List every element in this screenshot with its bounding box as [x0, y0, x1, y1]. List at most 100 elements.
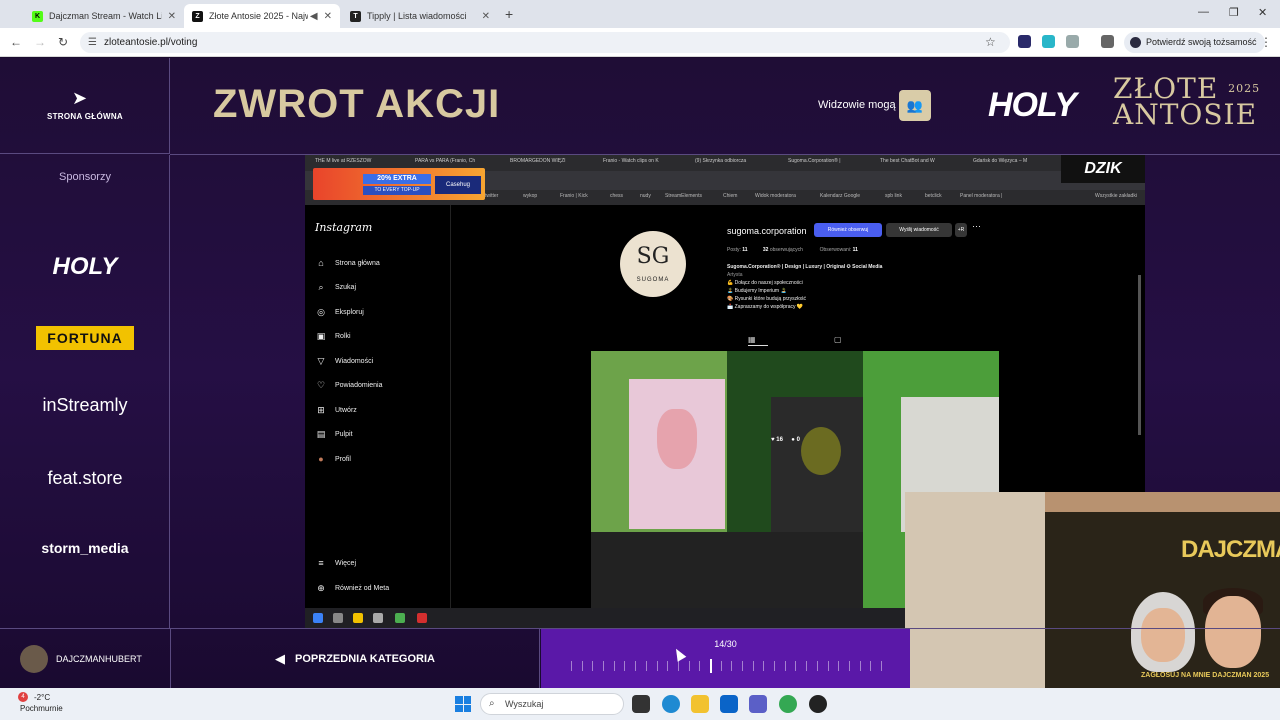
browser-menu-icon[interactable]: ⋮: [1260, 35, 1272, 49]
progress-tick[interactable]: [571, 661, 572, 671]
sponsor-instreamly[interactable]: inStreamly: [0, 395, 170, 416]
verify-identity-button[interactable]: Potwierdź swoją tożsamość: [1124, 32, 1265, 53]
extension-icon[interactable]: [1018, 35, 1031, 48]
bookmark: twitter: [485, 193, 499, 199]
progress-tick[interactable]: [592, 661, 594, 671]
progress-tick[interactable]: [784, 661, 786, 671]
progress-tick[interactable]: [581, 661, 583, 671]
extensions-puzzle-icon[interactable]: [1066, 35, 1079, 48]
close-tab-icon[interactable]: ✕: [168, 11, 176, 22]
site-info-icon[interactable]: ☰: [88, 32, 97, 53]
user-profile[interactable]: DAJCZMANHUBERT: [20, 645, 142, 673]
sponsor-feat-store[interactable]: feat.store: [0, 468, 170, 489]
progress-tick[interactable]: [635, 661, 637, 671]
progress-tick[interactable]: [816, 661, 818, 671]
profile-stats: Posty: 11 32 obserwujących Obserwowani: …: [727, 247, 858, 253]
progress-tick[interactable]: [656, 661, 658, 671]
folder-icon: [353, 613, 363, 623]
progress-tick[interactable]: [838, 661, 840, 671]
grid-tab-underline: [748, 345, 768, 346]
event-year: 2025: [1228, 82, 1261, 95]
category-progress: 14/30: [541, 629, 910, 689]
minimize-icon[interactable]: —: [1198, 6, 1209, 18]
previous-category-button[interactable]: ◀ POPRZEDNIA KATEGORIA: [170, 629, 540, 689]
progress-tick[interactable]: [806, 661, 808, 671]
bookmark: Chiem: [723, 193, 738, 199]
stream-tab: Gdańsk do Więzyca – M: [973, 158, 1028, 164]
bio-line: 🏝️ Budujemy Imperium 🏝️: [727, 288, 787, 294]
reload-icon[interactable]: ↻: [58, 35, 68, 49]
close-tab-icon[interactable]: ✕: [324, 11, 332, 22]
speaker-icon[interactable]: ◀: [310, 11, 318, 22]
task-view-icon[interactable]: [632, 695, 650, 713]
bookmark-star-icon[interactable]: ☆: [985, 35, 996, 49]
window-close-icon[interactable]: ✕: [1258, 6, 1267, 19]
bio-title: Sugoma.Corporation® | Design | Luxury | …: [727, 264, 883, 270]
browser-tab-tipply[interactable]: T Tipply | Lista wiadomości ✕: [342, 4, 498, 28]
close-tab-icon[interactable]: ✕: [482, 11, 490, 22]
address-bar[interactable]: ☰ zloteantosie.pl/voting: [80, 32, 1010, 53]
progress-tick[interactable]: [774, 661, 776, 671]
forward-icon[interactable]: →: [34, 35, 46, 49]
reading-list-icon[interactable]: [1101, 35, 1114, 48]
ig-nav-create: ⊞ Utwórz: [315, 405, 357, 416]
progress-tick[interactable]: [688, 661, 690, 671]
file-explorer-icon[interactable]: [691, 695, 709, 713]
progress-tick[interactable]: [624, 661, 626, 671]
chrome-icon[interactable]: [779, 695, 797, 713]
obs-icon[interactable]: [809, 695, 827, 713]
progress-tick[interactable]: [677, 661, 679, 671]
maximize-icon[interactable]: ❐: [1229, 6, 1239, 19]
progress-tick[interactable]: [827, 661, 829, 671]
progress-tick[interactable]: [731, 661, 733, 671]
progress-tick[interactable]: [752, 661, 754, 671]
poster-text: DAJCZMAN: [1181, 536, 1280, 563]
home-link[interactable]: ➤ STRONA GŁÓWNA: [0, 58, 170, 154]
progress-tick[interactable]: [603, 661, 605, 671]
viewers-button[interactable]: 👥: [899, 90, 931, 121]
profile-icon: ●: [318, 454, 324, 464]
ig-nav-label: Utwórz: [335, 407, 357, 414]
bookmark: Franio | Kick: [560, 193, 588, 199]
progress-tick[interactable]: [613, 661, 615, 671]
weather-condition: Pochmurnie: [20, 704, 63, 713]
plus-icon[interactable]: +: [505, 6, 513, 22]
outlook-icon[interactable]: [720, 695, 738, 713]
teams-icon[interactable]: [749, 695, 767, 713]
screen: K Dajczman Stream - Watch Live ✕ Z Złote…: [0, 0, 1280, 720]
progress-tick[interactable]: [859, 661, 861, 671]
progress-tick[interactable]: [645, 661, 647, 671]
sponsor-fortuna[interactable]: FORTUNA: [36, 326, 134, 350]
edge-icon[interactable]: [662, 695, 680, 713]
sponsor-holy[interactable]: HOLY: [0, 253, 170, 281]
ig-nav-profile: ● Profil: [315, 454, 351, 464]
progress-tick[interactable]: [742, 661, 744, 671]
sponsors-sidebar: Sponsorzy HOLY FORTUNA inStreamly feat.s…: [0, 155, 170, 628]
weather-widget[interactable]: 4 -2°C Pochmurnie: [18, 692, 63, 714]
progress-tick[interactable]: [699, 661, 701, 671]
holy-logo: HOLY: [988, 86, 1077, 124]
progress-tick[interactable]: [848, 661, 850, 671]
back-icon[interactable]: ←: [10, 35, 22, 49]
sponsor-storm-media[interactable]: storm_media: [0, 540, 170, 556]
windows-start-icon[interactable]: [455, 696, 471, 712]
send-icon: ▽: [317, 356, 325, 366]
ig-nav-label: Powiadomienia: [335, 382, 383, 389]
progress-tick[interactable]: [667, 661, 669, 671]
progress-tick[interactable]: [763, 661, 765, 671]
instagram-logo: Instagram: [315, 221, 373, 234]
progress-ticks[interactable]: [571, 659, 882, 673]
progress-tick[interactable]: [795, 661, 797, 671]
progress-tick[interactable]: [881, 661, 882, 671]
progress-tick[interactable]: [870, 661, 872, 671]
search-placeholder: Wyszukaj: [505, 699, 544, 709]
browser-tab-kick[interactable]: K Dajczman Stream - Watch Live ✕: [24, 4, 184, 28]
bookmark: wykop: [523, 193, 538, 199]
browser-tab-zlote-antosie[interactable]: Z Złote Antosie 2025 - Najwię ◀ ✕: [184, 4, 340, 28]
follow-button: Również obserwuj: [814, 223, 882, 237]
progress-tick[interactable]: [720, 661, 722, 671]
translate-extension-icon[interactable]: [1042, 35, 1055, 48]
promo-brand: Casehug: [435, 176, 481, 194]
taskbar-search[interactable]: ⌕ Wyszukaj: [480, 693, 624, 715]
progress-tick-current[interactable]: [709, 659, 712, 673]
